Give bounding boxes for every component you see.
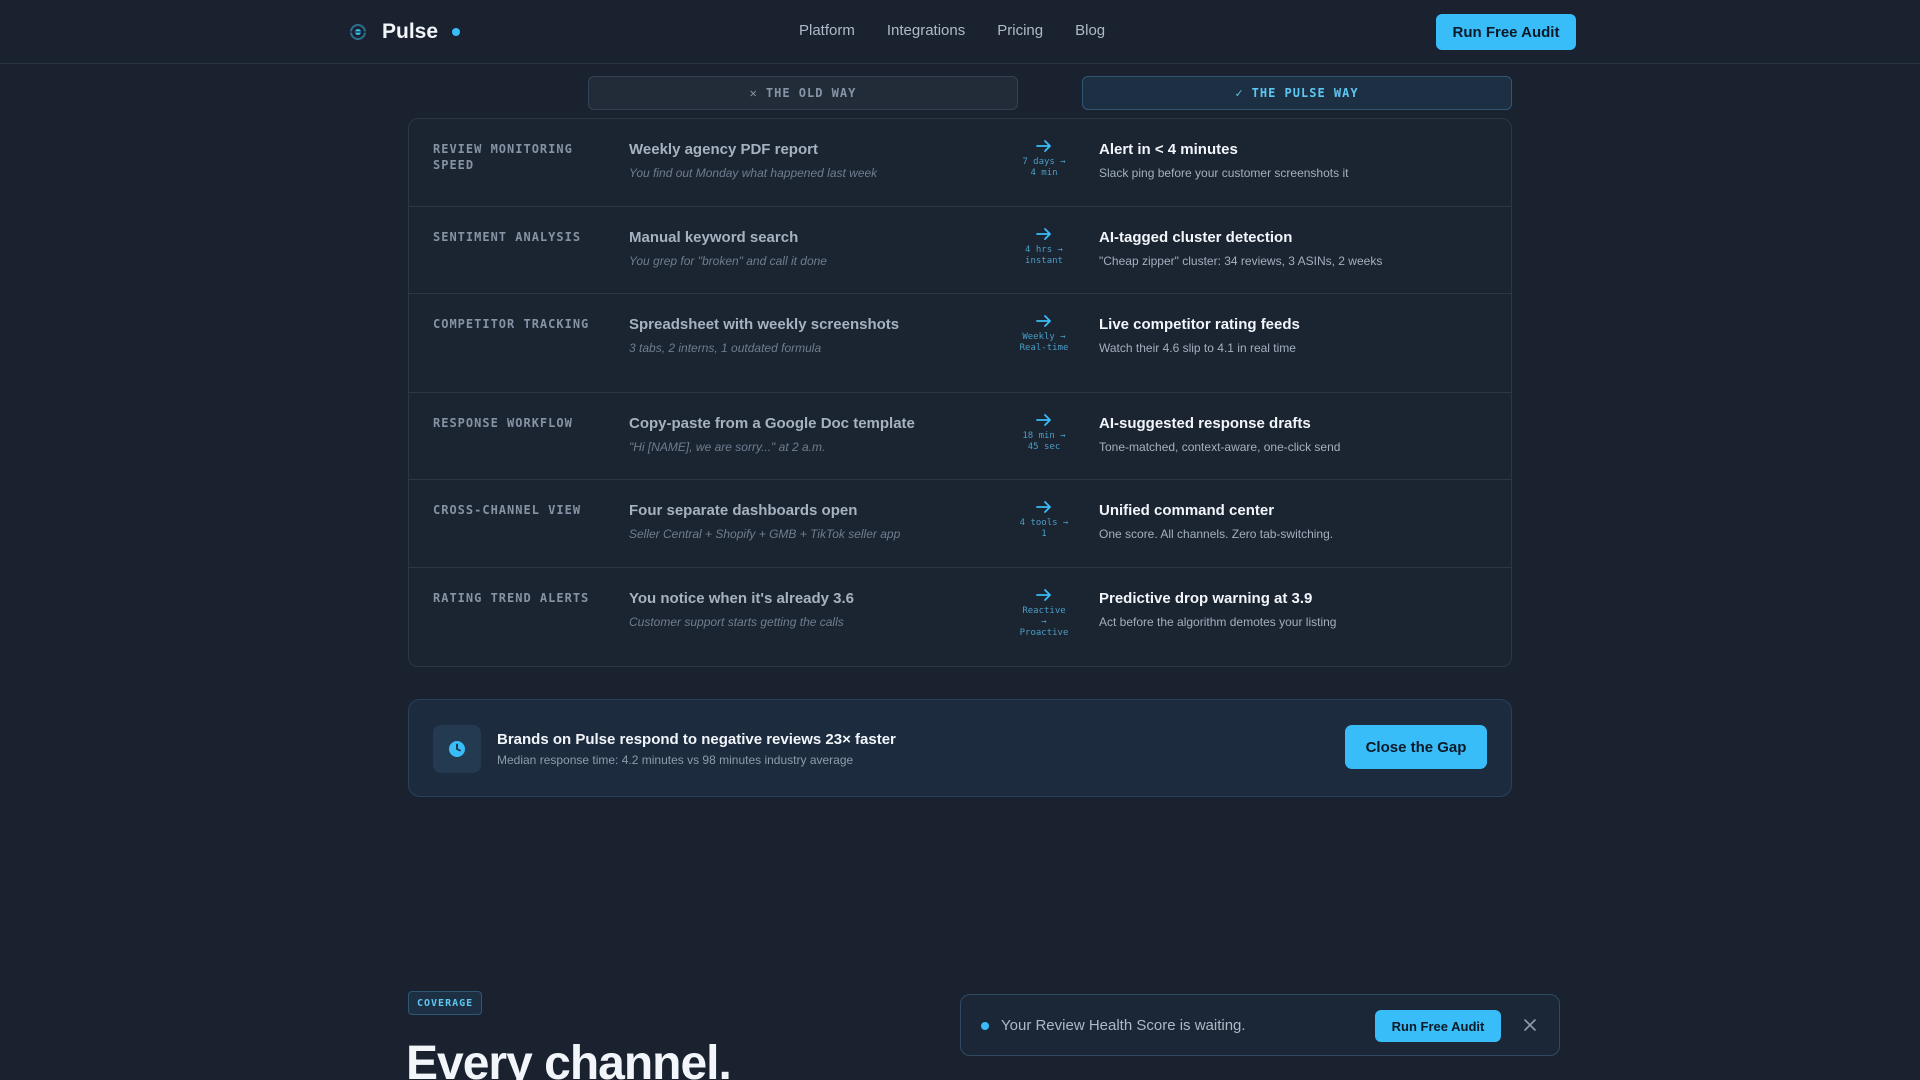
pulse-way-title: AI-tagged cluster detection: [1099, 229, 1293, 246]
nav-links: Platform Integrations Pricing Blog: [799, 22, 1105, 39]
old-way-subtitle: "Hi [NAME], we are sorry..." at 2 a.m.: [629, 440, 826, 454]
check-icon: ✓: [1235, 86, 1244, 100]
pulse-way-title: Predictive drop warning at 3.9: [1099, 590, 1313, 607]
nav-link-pricing[interactable]: Pricing: [997, 22, 1043, 39]
improvement-indicator: Weekly → Real-time: [1019, 314, 1069, 354]
old-way-subtitle: Seller Central + Shopify + GMB + TikTok …: [629, 527, 901, 541]
run-free-audit-button[interactable]: Run Free Audit: [1436, 14, 1576, 50]
pulse-way-label: THE PULSE WAY: [1251, 86, 1359, 100]
pulse-way-subtitle: Act before the algorithm demotes your li…: [1099, 615, 1337, 629]
pulse-way-subtitle: Slack ping before your customer screensh…: [1099, 166, 1349, 180]
coverage-badge: COVERAGE: [408, 991, 483, 1015]
arrow-right-icon: [1036, 315, 1051, 327]
old-way-header: ✕ THE OLD WAY: [588, 76, 1018, 110]
old-way-title: You notice when it's already 3.6: [629, 590, 855, 607]
row-label: SENTIMENT ANALYSIS: [433, 230, 582, 244]
row-label: REVIEW MONITORING SPEED: [433, 142, 573, 172]
old-way-subtitle: You grep for "broken" and call it done: [629, 254, 827, 268]
old-way-title: Four separate dashboards open: [629, 502, 858, 519]
improvement-delta: 7 days → 4 min: [1022, 157, 1066, 178]
comparison-row: REVIEW MONITORING SPEED Weekly agency PD…: [409, 119, 1511, 207]
old-way-title: Spreadsheet with weekly screenshots: [629, 316, 900, 333]
improvement-indicator: 7 days → 4 min: [1019, 139, 1069, 179]
old-way-title: Copy-paste from a Google Doc template: [629, 415, 915, 432]
brand-logo[interactable]: Pulse: [348, 20, 461, 44]
banner-title: Brands on Pulse respond to negative revi…: [497, 731, 896, 748]
coverage-heading: Every channel.: [406, 1037, 732, 1080]
comparison-row: COMPETITOR TRACKING Spreadsheet with wee…: [409, 294, 1511, 393]
old-way-label: THE OLD WAY: [765, 86, 857, 100]
improvement-indicator: 18 min → 45 sec: [1019, 413, 1069, 453]
toast-run-free-audit-button[interactable]: Run Free Audit: [1375, 1010, 1501, 1042]
arrow-right-icon: [1036, 501, 1051, 513]
row-label: RATING TREND ALERTS: [433, 591, 590, 605]
pulse-way-subtitle: "Cheap zipper" cluster: 34 reviews, 3 AS…: [1099, 254, 1383, 268]
comparison-row: SENTIMENT ANALYSIS Manual keyword search…: [409, 207, 1511, 294]
comparison-row: RATING TREND ALERTS You notice when it's…: [409, 568, 1511, 666]
comparison-row: CROSS-CHANNEL VIEW Four separate dashboa…: [409, 480, 1511, 568]
pulse-way-subtitle: Tone-matched, context-aware, one-click s…: [1099, 440, 1341, 454]
row-label: RESPONSE WORKFLOW: [433, 416, 573, 430]
audit-toast: Your Review Health Score is waiting. Run…: [960, 994, 1560, 1056]
improvement-delta: Reactive → Proactive: [1019, 606, 1069, 638]
old-way-subtitle: You find out Monday what happened last w…: [629, 166, 878, 180]
close-the-gap-button[interactable]: Close the Gap: [1345, 725, 1487, 769]
response-speed-banner: Brands on Pulse respond to negative revi…: [408, 699, 1512, 797]
pulse-logo-icon: [348, 22, 368, 42]
improvement-indicator: 4 hrs → instant: [1019, 227, 1069, 267]
nav-link-integrations[interactable]: Integrations: [887, 22, 965, 39]
close-icon[interactable]: [1517, 1012, 1543, 1038]
comparison-row: RESPONSE WORKFLOW Copy-paste from a Goog…: [409, 393, 1511, 480]
row-label: COMPETITOR TRACKING: [433, 317, 590, 331]
improvement-delta: Weekly → Real-time: [1019, 332, 1069, 353]
nav-link-platform[interactable]: Platform: [799, 22, 855, 39]
nav-link-blog[interactable]: Blog: [1075, 22, 1105, 39]
pulse-way-title: AI-suggested response drafts: [1099, 415, 1311, 432]
arrow-right-icon: [1036, 140, 1051, 152]
brand-name: Pulse: [382, 20, 439, 43]
arrow-right-icon: [1036, 414, 1051, 426]
pulse-way-title: Unified command center: [1099, 502, 1275, 519]
toast-status-dot: [981, 1022, 989, 1030]
banner-subtitle: Median response time: 4.2 minutes vs 98 …: [497, 753, 854, 767]
x-icon: ✕: [749, 86, 758, 100]
toast-message: Your Review Health Score is waiting.: [1001, 1017, 1246, 1034]
pulse-way-title: Live competitor rating feeds: [1099, 316, 1300, 333]
old-way-title: Manual keyword search: [629, 229, 799, 246]
arrow-right-icon: [1036, 589, 1051, 601]
top-nav: Pulse Platform Integrations Pricing Blog…: [0, 0, 1920, 64]
pulse-way-subtitle: Watch their 4.6 slip to 4.1 in real time: [1099, 341, 1296, 355]
clock-icon: [433, 725, 481, 773]
pulse-way-subtitle: One score. All channels. Zero tab-switch…: [1099, 527, 1334, 541]
improvement-delta: 4 tools → 1: [1019, 518, 1069, 539]
brand-status-dot: [452, 28, 461, 36]
improvement-indicator: 4 tools → 1: [1019, 500, 1069, 540]
comparison-table: REVIEW MONITORING SPEED Weekly agency PD…: [408, 118, 1512, 667]
pulse-way-header: ✓ THE PULSE WAY: [1082, 76, 1512, 110]
row-label: CROSS-CHANNEL VIEW: [433, 503, 582, 517]
old-way-title: Weekly agency PDF report: [629, 141, 818, 158]
pulse-way-title: Alert in < 4 minutes: [1099, 141, 1238, 158]
improvement-delta: 18 min → 45 sec: [1022, 431, 1066, 452]
arrow-right-icon: [1036, 228, 1051, 240]
improvement-delta: 4 hrs → instant: [1025, 245, 1063, 266]
old-way-subtitle: Customer support starts getting the call…: [629, 615, 844, 629]
old-way-subtitle: 3 tabs, 2 interns, 1 outdated formula: [629, 341, 822, 355]
improvement-indicator: Reactive → Proactive: [1019, 588, 1069, 639]
